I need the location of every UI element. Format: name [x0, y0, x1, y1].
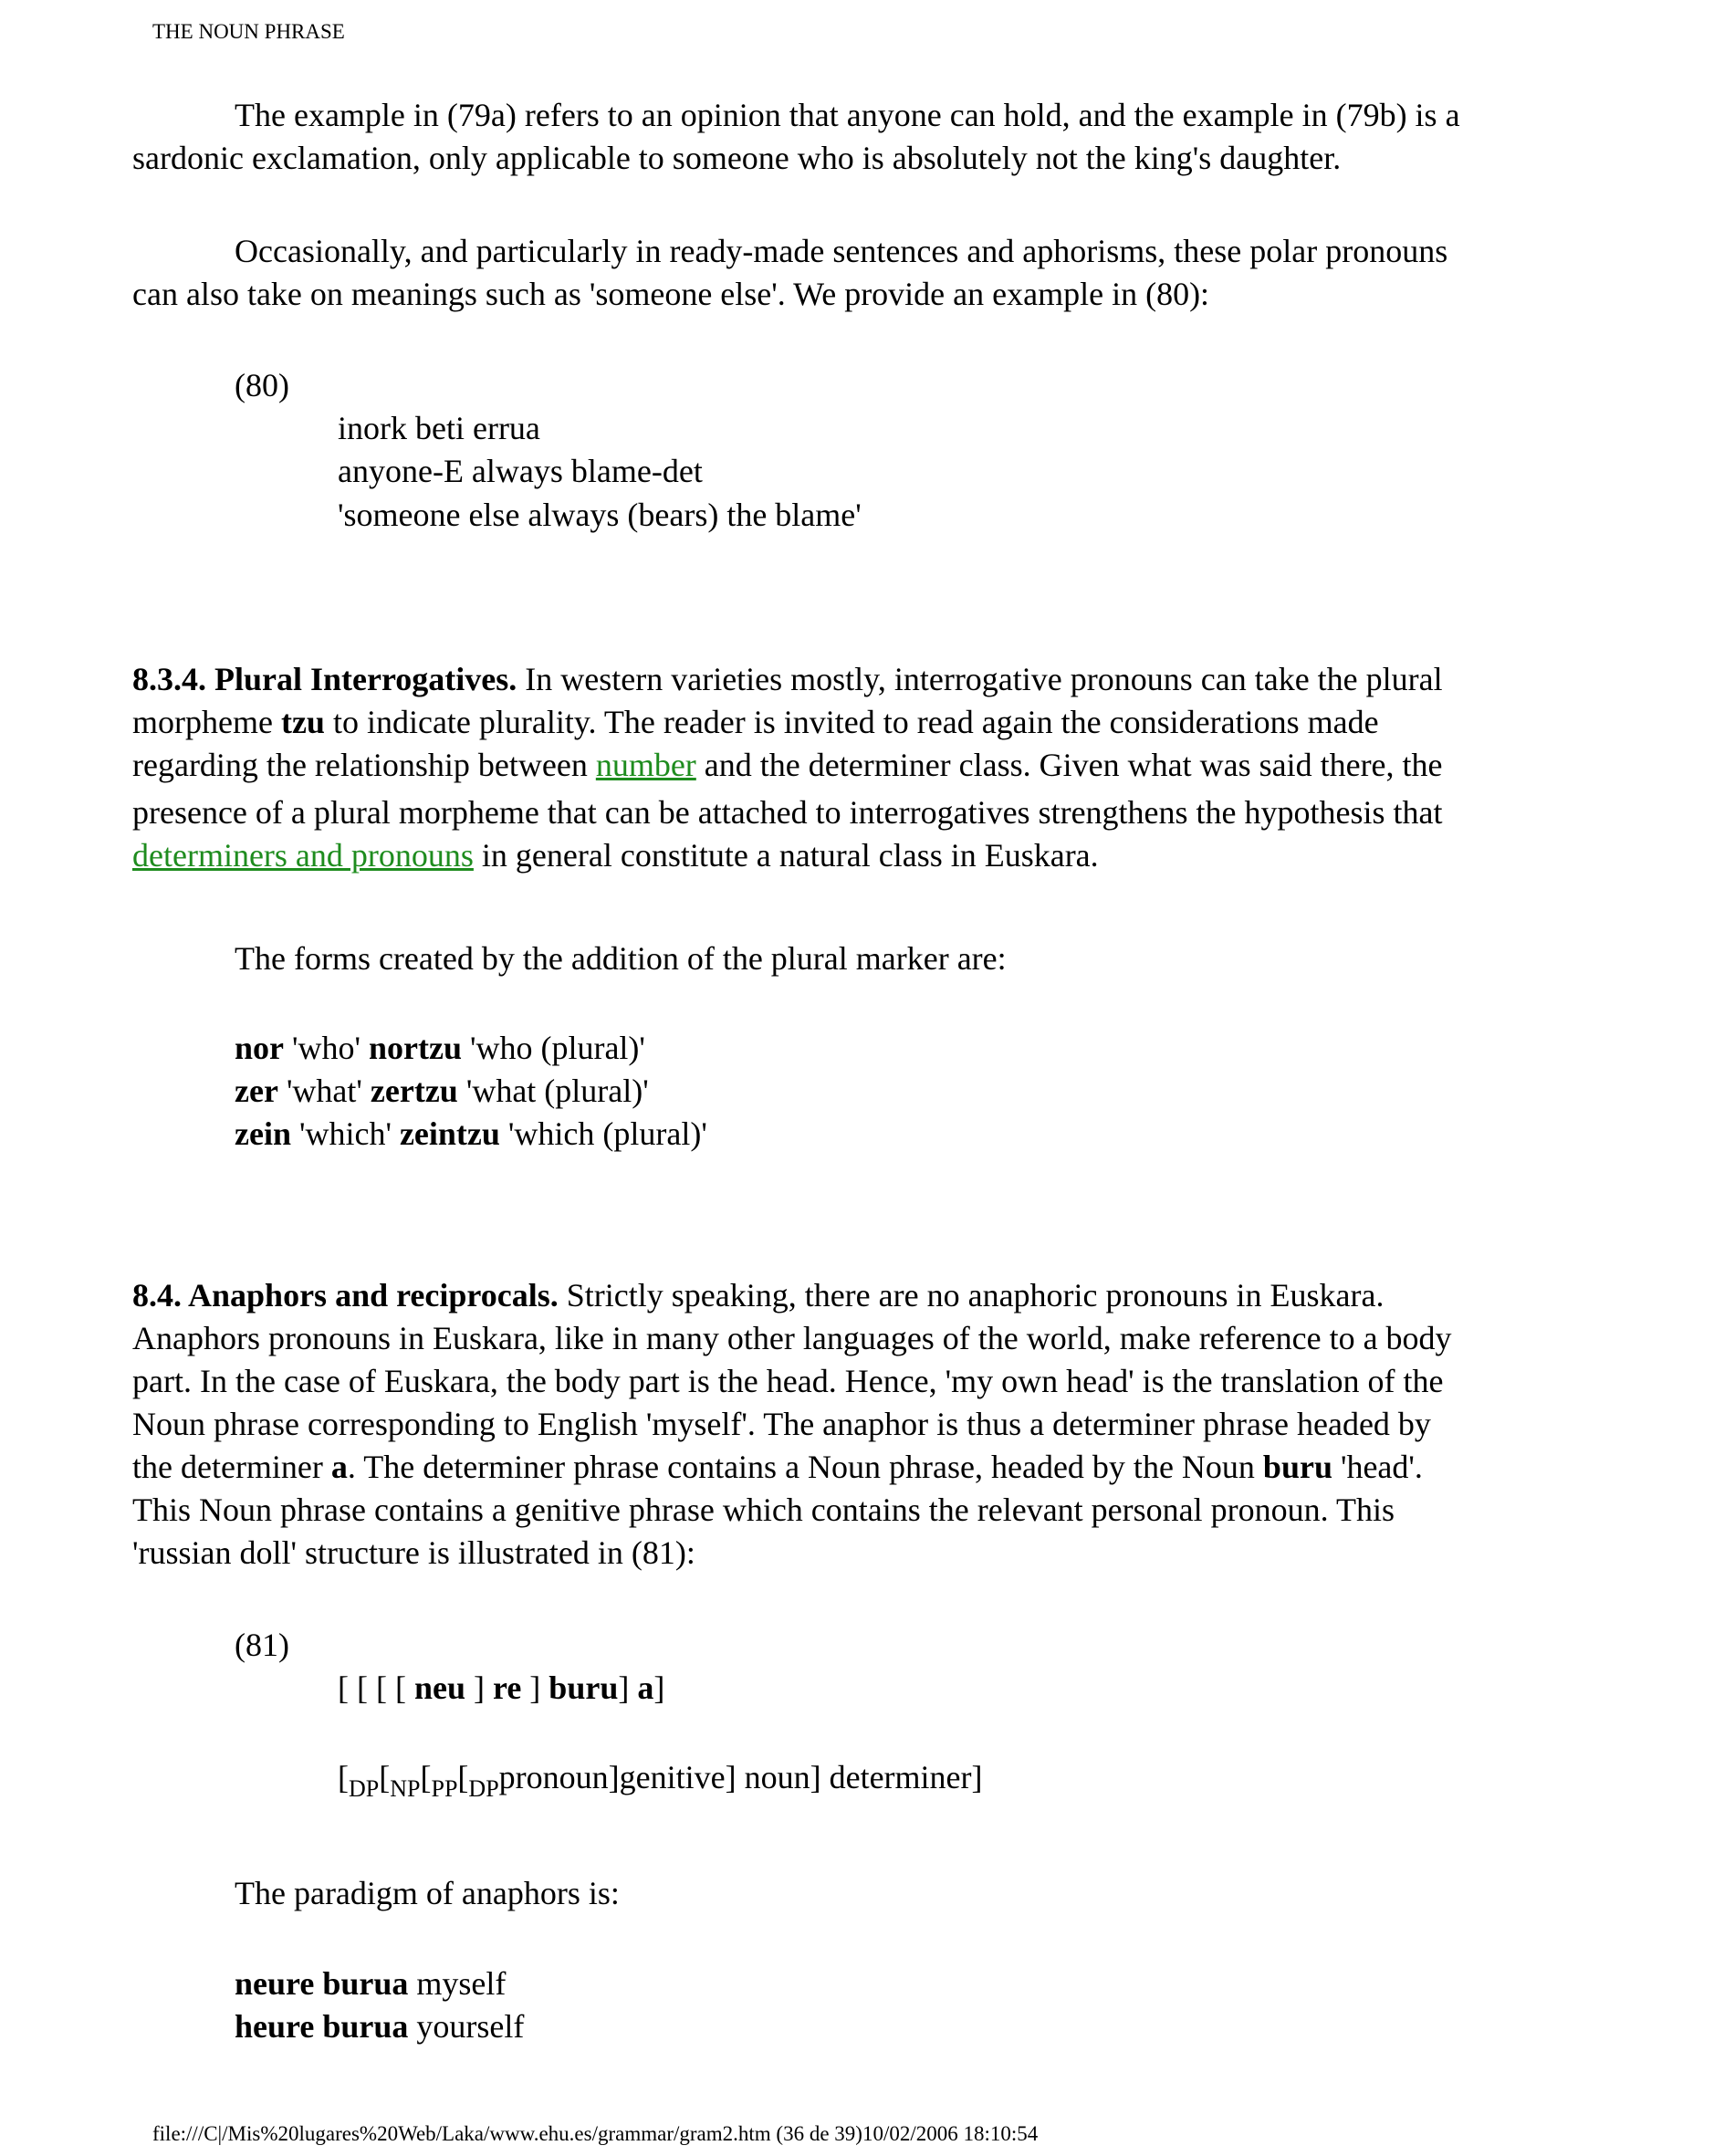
paragraph-line: presence of a plural morpheme that can b… [132, 794, 1443, 831]
determiner-term: a [330, 1449, 348, 1485]
text-span: the determiner [132, 1449, 331, 1485]
paragraph-line: Noun phrase corresponding to English 'my… [132, 1406, 1431, 1442]
determiners-and-pronouns-link[interactable]: determiners and pronouns [132, 837, 474, 874]
paragraph-line: 'russian doll' structure is illustrated … [132, 1534, 695, 1571]
paragraph-line: the determiner a. The determiner phrase … [132, 1446, 1423, 1488]
text-span: to indicate plurality. The reader is inv… [324, 704, 1379, 740]
paragraph-line: part. In the case of Euskara, the body p… [132, 1363, 1444, 1399]
paragraph-line: sardonic exclamation, only applicable to… [132, 140, 1342, 176]
text-span: 'head'. [1332, 1449, 1423, 1485]
paragraph-line: can also take on meanings such as 'someo… [132, 276, 1210, 312]
form-plural-gloss: 'which (plural)' [499, 1115, 707, 1152]
noun-term: buru [1262, 1449, 1332, 1485]
bracket: [ [338, 1759, 349, 1795]
bracket: [ [ [ [ [338, 1669, 414, 1706]
text-span: In western varieties mostly, interrogati… [517, 661, 1443, 697]
footer-path: file:///C|/Mis%20lugares%20Web/Laka/www.… [152, 2122, 1039, 2145]
form-plural-gloss: 'what (plural)' [457, 1073, 649, 1109]
form-word: zein [235, 1115, 291, 1152]
determiner-term: a [637, 1669, 654, 1706]
paradigm-form: neure burua [235, 1965, 409, 2002]
genitive-term: re [492, 1669, 522, 1706]
form-row: zer 'what' zertzu 'what (plural)' [235, 1070, 649, 1112]
form-plural: zeintzu [399, 1115, 500, 1152]
example-number: (81) [235, 1627, 289, 1663]
paragraph-line: morpheme tzu to indicate plurality. The … [132, 701, 1379, 743]
text-span: and the determiner class. Given what was… [695, 747, 1443, 783]
text-span: . The determiner phrase contains a Noun … [347, 1449, 1263, 1485]
section-heading: 8.4. Anaphors and reciprocals. [132, 1277, 559, 1313]
form-plural: zertzu [370, 1073, 458, 1109]
label-np: NP [390, 1775, 421, 1802]
example-number: (80) [235, 367, 289, 403]
example-gloss: anyone-E always blame-det [338, 453, 703, 489]
section-heading: 8.3.4. Plural Interrogatives. [132, 661, 517, 697]
noun-term: buru [549, 1669, 619, 1706]
form-plural: nortzu [368, 1030, 462, 1066]
bracketed-structure: [ [ [ [ neu ] re ] buru] a] [338, 1667, 664, 1709]
form-gloss: 'what' [277, 1073, 371, 1109]
number-link[interactable]: number [596, 747, 696, 783]
paragraph-line: The example in (79a) refers to an opinio… [235, 97, 1460, 133]
paragraph-line: Occasionally, and particularly in ready-… [235, 233, 1448, 269]
paradigm-meaning: myself [408, 1965, 507, 2002]
form-row: zein 'which' zeintzu 'which (plural)' [235, 1113, 707, 1155]
paragraph-line: 8.4. Anaphors and reciprocals. Strictly … [132, 1274, 1384, 1316]
bracket: ] [521, 1669, 549, 1706]
text-span: Strictly speaking, there are no anaphori… [558, 1277, 1384, 1313]
form-gloss: 'which' [290, 1115, 400, 1152]
paragraph-line: 8.3.4. Plural Interrogatives. In western… [132, 658, 1443, 700]
paragraph-line: Anaphors pronouns in Euskara, like in ma… [132, 1320, 1452, 1356]
text-span: regarding the relationship between [132, 747, 596, 783]
paradigm-item: neure burua myself [235, 1962, 506, 2004]
paragraph-line: determiners and pronouns in general cons… [132, 834, 1099, 876]
text-span: in general constitute a natural class in… [473, 837, 1099, 874]
bracket: ] [653, 1669, 665, 1706]
label-pp: PP [431, 1775, 458, 1802]
text-span: morpheme [132, 704, 281, 740]
bracket: ] [618, 1669, 638, 1706]
pronoun-term: neu [413, 1669, 465, 1706]
bracket: [ [457, 1759, 469, 1795]
bracket: ] [465, 1669, 493, 1706]
bracket: [ [379, 1759, 391, 1795]
running-head: THE NOUN PHRASE [152, 20, 345, 43]
form-plural-gloss: 'who (plural)' [461, 1030, 645, 1066]
paradigm-item: heure burua yourself [235, 2005, 524, 2047]
paragraph-line: regarding the relationship between numbe… [132, 744, 1443, 786]
forms-intro: The forms created by the addition of the… [235, 940, 1007, 977]
form-word: nor [235, 1030, 284, 1066]
form-gloss: 'who' [284, 1030, 369, 1066]
morpheme-term: tzu [280, 704, 325, 740]
example-translation: 'someone else always (bears) the blame' [338, 497, 862, 533]
structure-rest: pronoun]genitive] noun] determiner] [498, 1759, 983, 1795]
form-row: nor 'who' nortzu 'who (plural)' [235, 1027, 645, 1069]
labeled-structure: [DP[NP[PP[DPpronoun]genitive] noun] dete… [338, 1756, 983, 1801]
label-dp: DP [349, 1775, 380, 1802]
form-word: zer [235, 1073, 278, 1109]
label-dp: DP [468, 1775, 499, 1802]
paradigm-meaning: yourself [408, 2008, 525, 2045]
paragraph-line: This Noun phrase contains a genitive phr… [132, 1491, 1395, 1528]
example-basque: inork beti errua [338, 410, 540, 446]
paradigm-intro: The paradigm of anaphors is: [235, 1875, 620, 1911]
paradigm-form: heure burua [235, 2008, 409, 2045]
bracket: [ [420, 1759, 432, 1795]
